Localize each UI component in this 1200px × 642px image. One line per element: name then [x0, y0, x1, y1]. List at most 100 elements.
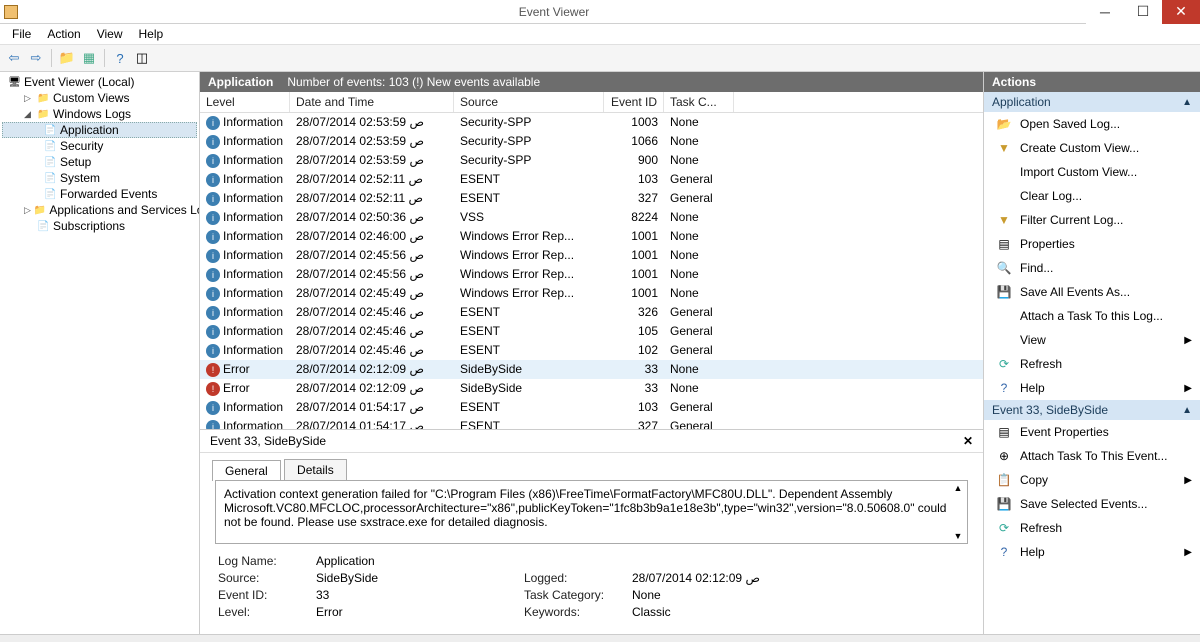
action-filter-log[interactable]: ▼Filter Current Log...	[984, 208, 1200, 232]
tree-root[interactable]: 🖥Event Viewer (Local)	[2, 74, 197, 90]
table-row[interactable]: iInformation28/07/2014 02:53:59 صSecurit…	[200, 151, 983, 170]
chevron-right-icon: ▶	[1184, 475, 1192, 486]
menu-file[interactable]: File	[4, 25, 39, 43]
table-row[interactable]: !Error28/07/2014 02:12:09 صSideBySide33N…	[200, 379, 983, 398]
search-icon: 🔍	[996, 260, 1012, 276]
table-row[interactable]: iInformation28/07/2014 02:45:56 صWindows…	[200, 246, 983, 265]
minimize-button[interactable]: ─	[1086, 0, 1124, 24]
col-source[interactable]: Source	[454, 92, 604, 112]
event-count: Number of events: 103 (!) New events ava…	[287, 75, 540, 89]
actions-section-app[interactable]: Application▲	[984, 92, 1200, 112]
table-row[interactable]: !Error28/07/2014 02:12:09 صSideBySide33N…	[200, 360, 983, 379]
help-icon: ?	[996, 380, 1012, 396]
pane-icon[interactable]: ◫	[132, 48, 152, 68]
refresh-icon: ⟳	[996, 520, 1012, 536]
table-row[interactable]: iInformation28/07/2014 02:52:11 صESENT10…	[200, 170, 983, 189]
table-row[interactable]: iInformation28/07/2014 02:53:59 صSecurit…	[200, 132, 983, 151]
info-icon: i	[206, 268, 220, 282]
action-attach-task[interactable]: Attach a Task To this Log...	[984, 304, 1200, 328]
grid-header: Application Number of events: 103 (!) Ne…	[200, 72, 983, 92]
maximize-button[interactable]: ☐	[1124, 0, 1162, 24]
table-row[interactable]: iInformation28/07/2014 02:45:56 صWindows…	[200, 265, 983, 284]
action-view[interactable]: View▶	[984, 328, 1200, 352]
save-icon: 💾	[996, 284, 1012, 300]
tree-log-security[interactable]: 📄Security	[2, 138, 197, 154]
table-row[interactable]: iInformation28/07/2014 01:54:17 صESENT32…	[200, 417, 983, 430]
action-find[interactable]: 🔍Find...	[984, 256, 1200, 280]
tree-log-forwarded[interactable]: 📄Forwarded Events	[2, 186, 197, 202]
tab-details[interactable]: Details	[284, 459, 347, 480]
forward-button[interactable]: ⇨	[26, 48, 46, 68]
collapse-icon: ▲	[1182, 97, 1192, 108]
table-row[interactable]: iInformation28/07/2014 02:45:49 صWindows…	[200, 284, 983, 303]
action-event-props[interactable]: ▤Event Properties	[984, 420, 1200, 444]
table-row[interactable]: iInformation28/07/2014 02:45:46 صESENT10…	[200, 341, 983, 360]
event-table[interactable]: Level Date and Time Source Event ID Task…	[200, 92, 983, 430]
scroll-down-icon[interactable]: ▼	[951, 531, 965, 541]
table-row[interactable]: iInformation28/07/2014 02:53:59 صSecurit…	[200, 113, 983, 132]
tree-log-application[interactable]: 📄Application	[2, 122, 197, 138]
col-date[interactable]: Date and Time	[290, 92, 454, 112]
tab-general[interactable]: General	[212, 460, 281, 481]
action-import-view[interactable]: Import Custom View...	[984, 160, 1200, 184]
help-icon: ?	[996, 544, 1012, 560]
table-row[interactable]: iInformation28/07/2014 02:46:00 صWindows…	[200, 227, 983, 246]
detail-title: Event 33, SideBySide	[210, 434, 326, 448]
tree-subscriptions[interactable]: 📄Subscriptions	[2, 218, 197, 234]
col-level[interactable]: Level	[200, 92, 290, 112]
menu-view[interactable]: View	[89, 25, 131, 43]
action-create-view[interactable]: ▼Create Custom View...	[984, 136, 1200, 160]
action-attach-event[interactable]: ⊕Attach Task To This Event...	[984, 444, 1200, 468]
log-icon: 📄	[44, 124, 57, 137]
actions-title: Actions	[984, 72, 1200, 92]
action-properties[interactable]: ▤Properties	[984, 232, 1200, 256]
table-row[interactable]: iInformation28/07/2014 01:54:17 صESENT10…	[200, 398, 983, 417]
table-row[interactable]: iInformation28/07/2014 02:45:46 صESENT10…	[200, 322, 983, 341]
action-clear-log[interactable]: Clear Log...	[984, 184, 1200, 208]
tree-apps-services[interactable]: ▷📁Applications and Services Lo	[2, 202, 197, 218]
error-icon: !	[206, 382, 220, 396]
folder-icon: 📁	[37, 108, 50, 121]
toolbar: ⇦ ⇨ 📁 ▦ ? ◫	[0, 44, 1200, 72]
detail-pane: Event 33, SideBySide ✕ General Details A…	[200, 430, 983, 634]
info-icon: i	[206, 135, 220, 149]
action-open-saved[interactable]: 📂Open Saved Log...	[984, 112, 1200, 136]
action-save-all[interactable]: 💾Save All Events As...	[984, 280, 1200, 304]
folder-icon[interactable]: 📁	[57, 48, 77, 68]
copy-icon: 📋	[996, 472, 1012, 488]
action-refresh2[interactable]: ⟳Refresh	[984, 516, 1200, 540]
info-icon: i	[206, 173, 220, 187]
statusbar	[0, 634, 1200, 642]
action-refresh[interactable]: ⟳Refresh	[984, 352, 1200, 376]
col-eventid[interactable]: Event ID	[604, 92, 664, 112]
table-row[interactable]: iInformation28/07/2014 02:52:11 صESENT32…	[200, 189, 983, 208]
menu-action[interactable]: Action	[39, 25, 88, 43]
info-icon: i	[206, 325, 220, 339]
view-icon[interactable]: ▦	[79, 48, 99, 68]
close-button[interactable]: ✕	[1162, 0, 1200, 24]
folder-icon: 📁	[37, 92, 50, 105]
folder-icon: 📁	[34, 204, 46, 217]
action-save-selected[interactable]: 💾Save Selected Events...	[984, 492, 1200, 516]
log-icon: 📄	[44, 140, 57, 153]
back-button[interactable]: ⇦	[4, 48, 24, 68]
help-icon[interactable]: ?	[110, 48, 130, 68]
detail-message: Activation context generation failed for…	[215, 480, 968, 544]
menu-help[interactable]: Help	[131, 25, 172, 43]
tree-windows-logs[interactable]: ◢📁Windows Logs	[2, 106, 197, 122]
tree-custom-views[interactable]: ▷📁Custom Views	[2, 90, 197, 106]
column-headers: Level Date and Time Source Event ID Task…	[200, 92, 983, 113]
scroll-up-icon[interactable]: ▲	[951, 483, 965, 493]
tree-log-setup[interactable]: 📄Setup	[2, 154, 197, 170]
detail-close[interactable]: ✕	[963, 434, 973, 448]
action-copy[interactable]: 📋Copy▶	[984, 468, 1200, 492]
actions-section-event[interactable]: Event 33, SideBySide▲	[984, 400, 1200, 420]
tree-log-system[interactable]: 📄System	[2, 170, 197, 186]
actions-pane: Actions Application▲ 📂Open Saved Log... …	[984, 72, 1200, 634]
table-row[interactable]: iInformation28/07/2014 02:50:36 صVSS8224…	[200, 208, 983, 227]
action-help2[interactable]: ?Help▶	[984, 540, 1200, 564]
table-row[interactable]: iInformation28/07/2014 02:45:46 صESENT32…	[200, 303, 983, 322]
col-task[interactable]: Task C...	[664, 92, 734, 112]
action-help[interactable]: ?Help▶	[984, 376, 1200, 400]
properties-icon: ▤	[996, 424, 1012, 440]
